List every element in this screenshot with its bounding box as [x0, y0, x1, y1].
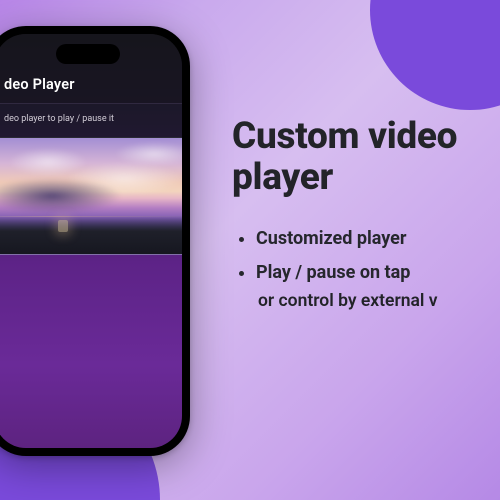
banner-stage: deo Player deo player to play / pause it… — [0, 0, 500, 500]
feature-subtext: or control by external v — [258, 291, 488, 311]
list-item: Play / pause on tap — [256, 261, 488, 285]
feature-list: Customized player Play / pause on tap — [232, 227, 488, 286]
nav-title: deo Player — [4, 76, 75, 93]
banner-title: Custom video player — [232, 116, 488, 199]
cloud-decor — [114, 142, 182, 166]
cloud-decor — [0, 178, 122, 214]
dynamic-island — [56, 44, 120, 64]
horizon-decor — [0, 216, 182, 254]
phone-screen: deo Player deo player to play / pause it — [0, 34, 182, 448]
phone-mockup: deo Player deo player to play / pause it — [0, 26, 190, 456]
hint-text: deo player to play / pause it — [0, 104, 182, 137]
list-item: Customized player — [256, 227, 488, 251]
video-player[interactable] — [0, 137, 182, 255]
text-column: Custom video player Customized player Pl… — [232, 116, 488, 311]
